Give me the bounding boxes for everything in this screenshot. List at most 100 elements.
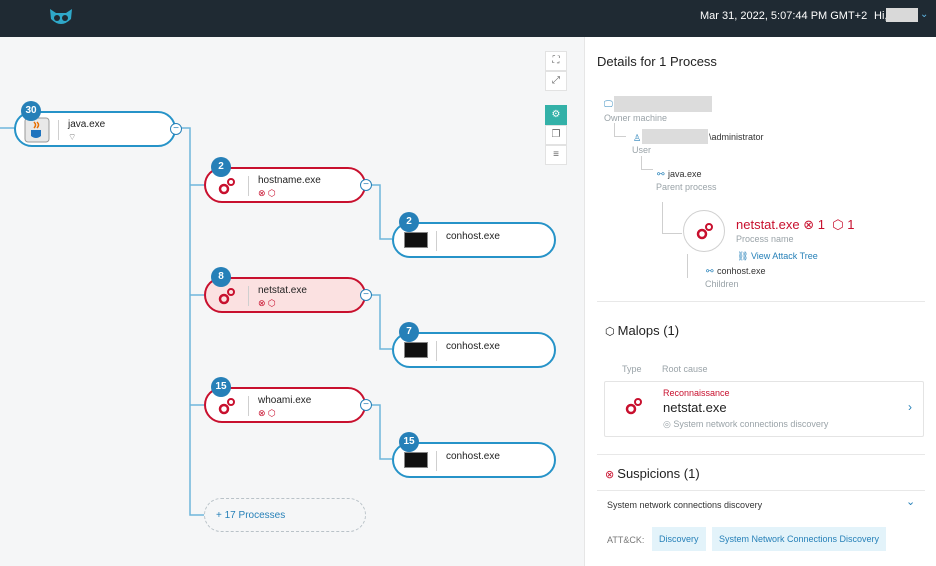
instance-count-badge: 8 [211,267,231,287]
settings-icon[interactable]: ⚙ [545,105,567,125]
instance-count-badge: 15 [211,377,231,397]
separator [248,286,249,306]
chevron-down-icon[interactable]: ⌄ [920,9,928,20]
process-name: conhost.exe [446,341,500,352]
gears-icon [218,398,235,415]
terminal-icon [404,452,428,468]
collapse-toggle[interactable]: − [360,399,372,411]
instance-count-badge: 15 [399,432,419,452]
top-bar: Mar 31, 2022, 5:07:44 PM GMT+2 Hi, ⌄ [0,0,936,37]
terminal-icon [404,232,428,248]
suspicion-icons: ⊗ ⬡ [258,298,276,308]
instance-count-badge: 2 [399,212,419,232]
suspicion-icons: ⊗ ⬡ [258,188,276,198]
gears-icon [625,398,642,415]
malop-root-cause: netstat.exe [663,400,727,415]
collapse-toggle[interactable]: − [170,123,182,135]
user-name-redacted[interactable] [642,129,708,144]
children-label: Children [705,279,739,289]
separator [436,341,437,361]
tag-discovery[interactable]: Discovery [652,527,706,551]
view-attack-tree-link[interactable]: ⛓ View Attack Tree [737,251,818,262]
suspicion-count: 1 [817,217,825,232]
tree-line [687,254,688,278]
instance-count-badge: 30 [21,101,41,121]
expand-icon[interactable]: ⤢ [545,71,567,91]
chevron-down-icon[interactable]: ⌄ [906,495,915,508]
graph-toolbar: ⛶ ⤢ ⚙ ❐ ≡ [545,51,567,165]
layers-icon[interactable]: ❐ [545,125,567,145]
gears-icon [218,288,235,305]
column-type: Type [622,364,642,374]
attack-label: ATT&CK: [607,535,645,545]
user-icon: ♙ [633,133,642,143]
malop-card[interactable]: Reconnaissance netstat.exe ◎ System netw… [604,381,924,437]
tag-system-network-connections-discovery[interactable]: System Network Connections Discovery [712,527,887,551]
user-name-redacted[interactable] [886,8,918,22]
view-attack-tree-label: View Attack Tree [750,251,818,261]
process-icon-circle [683,210,725,252]
owl-logo-icon[interactable] [48,7,74,29]
children-value[interactable]: conhost.exe [717,266,766,276]
divider [597,490,925,491]
malop-hex-icon: ⬡ [605,326,618,338]
more-processes-button[interactable]: + 17 Processes [204,498,366,532]
malop-category: Reconnaissance [663,388,730,398]
network-icon: ⌔ [68,132,77,142]
process-name: netstat.exe [258,285,307,296]
parent-process-label: Parent process [656,182,717,192]
separator [58,120,59,140]
malop-description-text: System network connections discovery [673,419,829,429]
column-root-cause: Root cause [662,364,708,374]
process-graph[interactable]: java.exe ⌔ 30 − hostname.exe ⊗ ⬡ 2 − net… [0,37,584,566]
terminal-icon [404,342,428,358]
java-cup-icon [24,117,50,143]
collapse-toggle[interactable]: − [360,179,372,191]
process-name: conhost.exe [446,451,500,462]
separator [436,231,437,251]
link-icon: ⚯ [706,266,714,276]
gears-icon [696,223,713,240]
suspicion-circle-icon: ⊗ [803,217,818,232]
suspicion-icons: ⊗ ⬡ [258,408,276,418]
malops-heading: ⬡ Malops (1) [605,323,679,338]
process-name-label: Process name [736,234,794,244]
process-name: hostname.exe [258,175,321,186]
suspicions-title: Suspicions (1) [617,466,700,481]
gears-icon [218,178,235,195]
date-time: Mar 31, 2022, 5:07:44 PM GMT+2 [700,10,868,22]
chevron-right-icon[interactable]: › [908,400,912,414]
separator [248,176,249,196]
malop-count: 1 [847,217,855,232]
process-name-heading: netstat.exe ⊗ 1 ⬡ 1 [736,217,854,233]
user-value: \administrator [709,132,764,142]
tree-line [662,202,682,234]
malop-description: ◎ System network connections discovery [663,419,828,430]
parent-process-value[interactable]: java.exe [668,169,702,179]
instance-count-badge: 7 [399,322,419,342]
divider [597,301,925,302]
link-icon: ⚯ [657,169,665,179]
process-name: whoami.exe [258,395,312,406]
collapse-toggle[interactable]: − [360,289,372,301]
suspicion-circle-icon: ⊗ [605,469,618,481]
user-label: User [632,145,652,155]
owner-machine-redacted[interactable] [614,96,712,112]
fingerprint-icon: ◎ [663,419,674,429]
malops-title: Malops (1) [617,323,680,338]
tree-line [614,123,626,137]
owner-machine-label: Owner machine [604,113,668,123]
separator [436,451,437,471]
details-title: Details for 1 Process [597,54,717,69]
suspicions-heading: ⊗ Suspicions (1) [605,466,700,481]
suspicion-item[interactable]: System network connections discovery [607,500,762,510]
details-panel: Details for 1 Process 🖵 Owner machine ♙ … [584,37,936,566]
machine-icon: 🖵 [604,99,613,109]
malop-hex-icon: ⬡ [828,217,848,232]
tree-line [641,156,653,170]
process-name: java.exe [68,119,106,130]
separator [248,396,249,416]
list-icon[interactable]: ≡ [545,145,567,165]
instance-count-badge: 2 [211,157,231,177]
focus-icon[interactable]: ⛶ [545,51,567,71]
